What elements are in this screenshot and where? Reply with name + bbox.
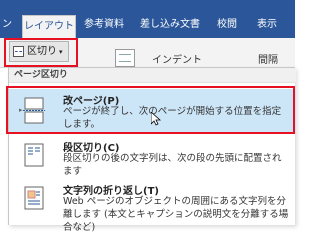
column-break-icon [21, 142, 49, 170]
menu-item-column-break[interactable]: 段区切り(C) 段区切りの後の文字列は、次の段の先頭に配置されます [9, 137, 296, 177]
menu-item-description: Web ページのオブジェクトの周囲にある文字列を分離します (本文とキャプション… [63, 196, 289, 233]
menu-item-text-wrapping[interactable]: 文字列の折り返し(T) Web ページのオブジェクトの周囲にある文字列を分離しま… [9, 180, 296, 233]
hyphenation-icon[interactable] [115, 49, 135, 67]
text-wrapping-icon [21, 185, 49, 213]
ribbon-tab-bar: ン レイアウト 参考資料 差し込み文書 校閲 表示 [0, 0, 295, 38]
tab-references[interactable]: 参考資料 [80, 14, 128, 36]
indent-label: インデント [152, 55, 202, 66]
annotation-outline-breaks [4, 38, 78, 67]
tab-view[interactable]: 表示 [252, 14, 282, 36]
mouse-pointer-icon [151, 112, 161, 126]
tab-insert[interactable]: ン [0, 14, 14, 36]
tab-mailings[interactable]: 差し込み文書 [136, 14, 204, 36]
tab-layout[interactable]: レイアウト [22, 15, 76, 38]
spacing-label: 間隔 [258, 55, 278, 66]
annotation-outline-page-break [6, 86, 295, 134]
tab-review[interactable]: 校閲 [212, 14, 242, 36]
menu-item-description: 段区切りの後の文字列は、次の段の先頭に配置されます [63, 153, 282, 177]
section-header-page-breaks: ページ区切り [9, 68, 296, 83]
